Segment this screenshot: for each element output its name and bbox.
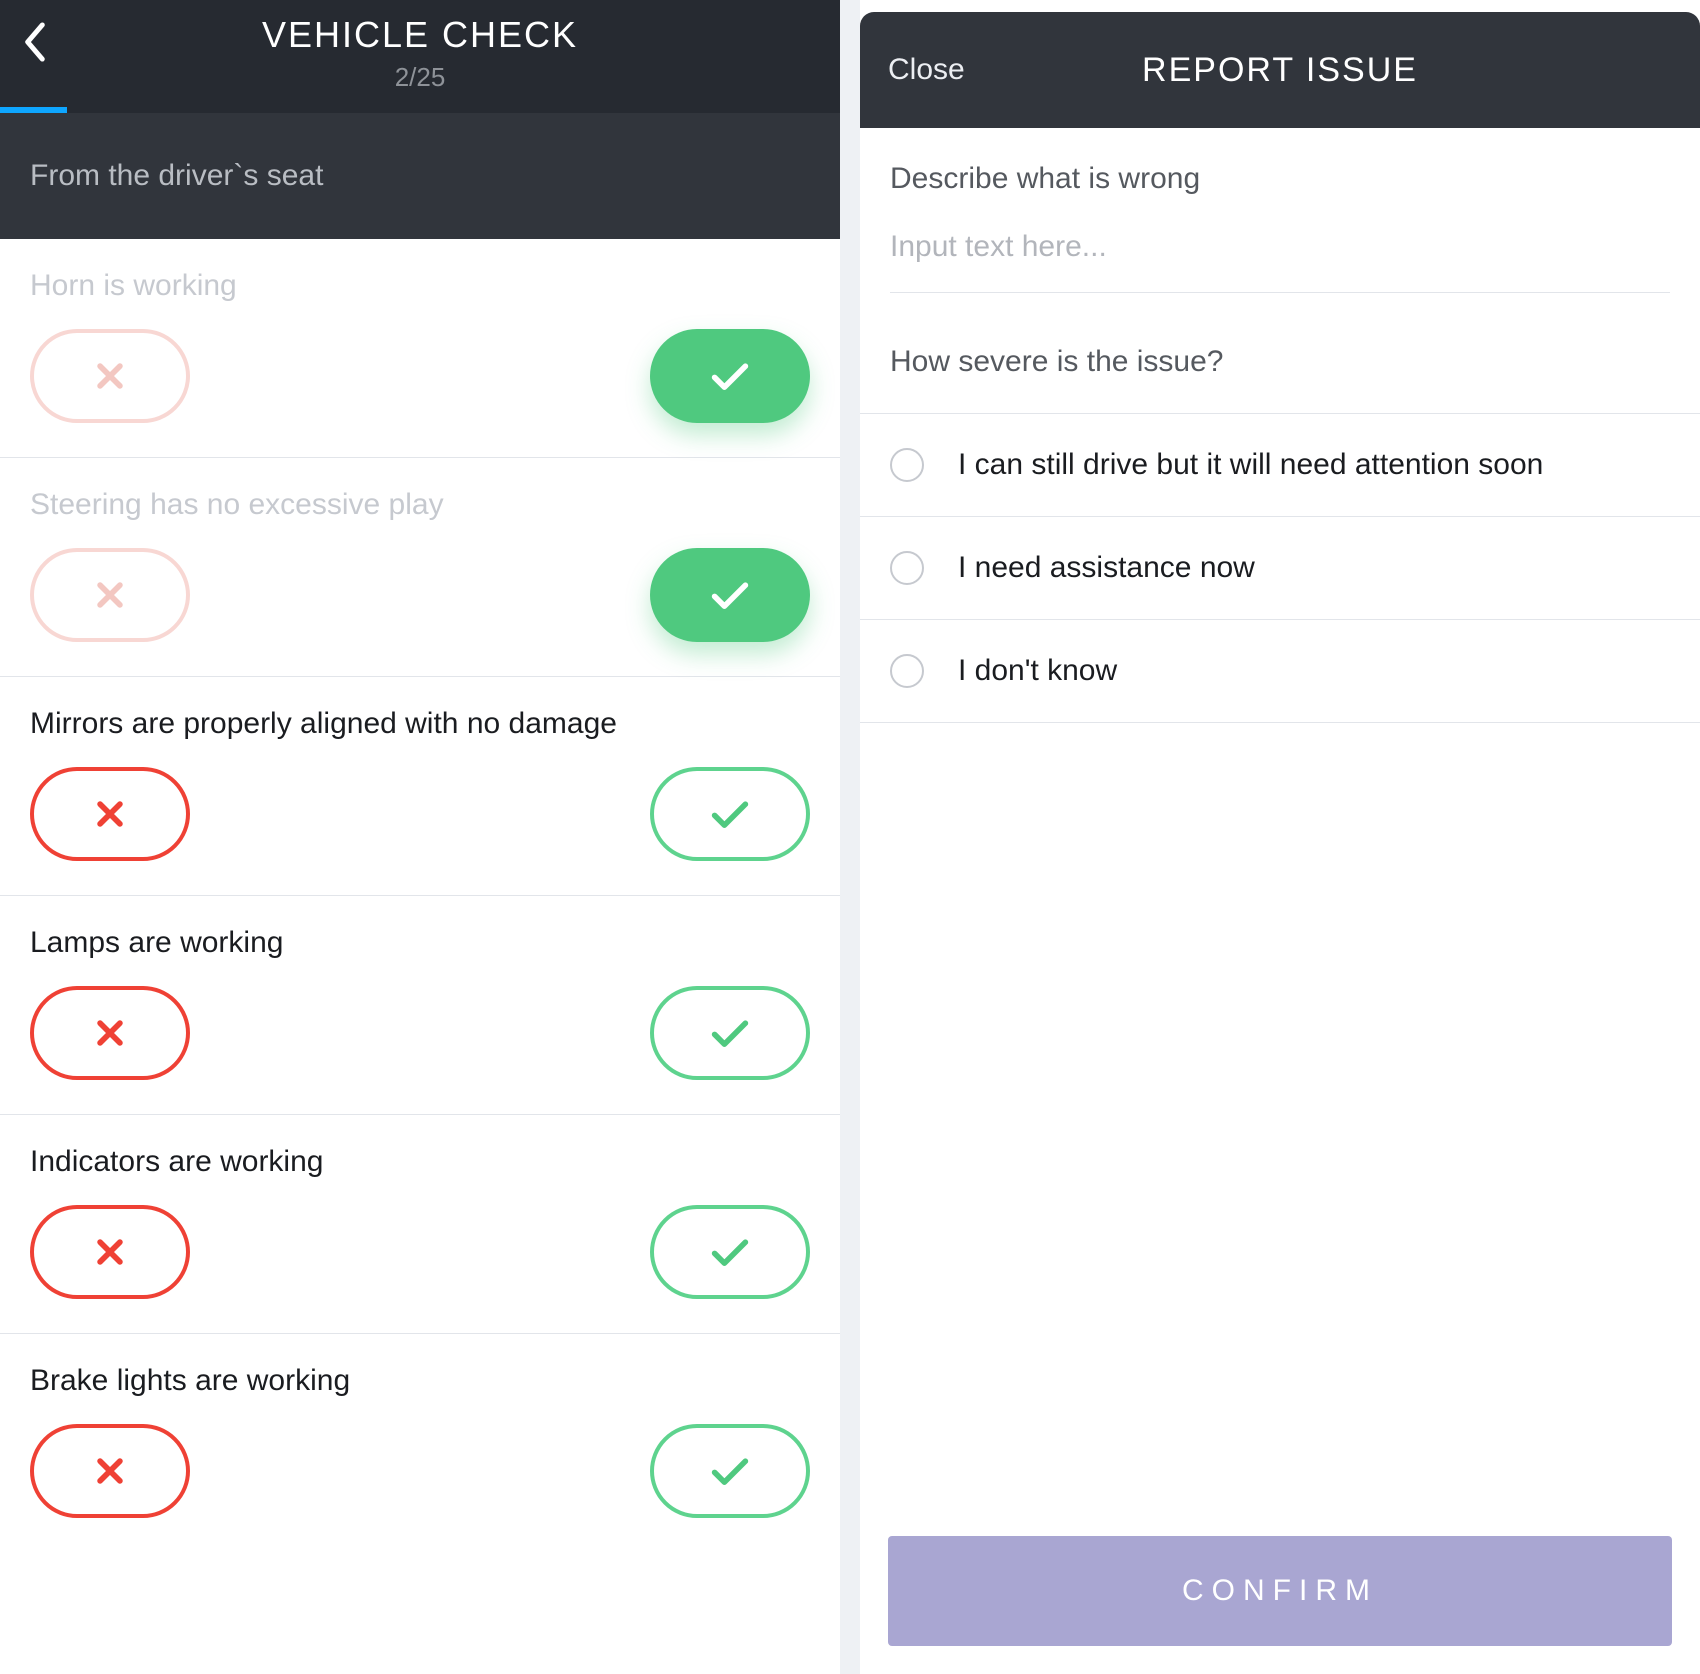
fail-button[interactable] [30,548,190,642]
x-icon [93,359,127,393]
severity-label: How severe is the issue? [890,345,1670,379]
modal-title: REPORT ISSUE [1142,51,1418,90]
checklist-item: Steering has no excessive play [0,458,840,677]
confirm-button[interactable]: CONFIRM [888,1536,1672,1646]
pass-button[interactable] [650,986,810,1080]
fail-button[interactable] [30,329,190,423]
question-text: Indicators are working [30,1145,810,1179]
x-icon [93,1235,127,1269]
pass-button[interactable] [650,548,810,642]
checklist-item: Indicators are working [0,1115,840,1334]
question-text: Steering has no excessive play [30,488,810,522]
radio-icon [890,654,924,688]
back-button[interactable] [18,20,52,69]
progress-label: 2/25 [0,62,840,93]
x-icon [93,1454,127,1488]
section-heading: From the driver`s seat [0,113,840,239]
check-icon [709,797,751,831]
question-text: Lamps are working [30,926,810,960]
pass-button[interactable] [650,329,810,423]
report-issue-header: Close REPORT ISSUE [860,12,1700,128]
check-icon [709,1235,751,1269]
severity-option[interactable]: I don't know [860,620,1700,723]
report-issue-screen: Close REPORT ISSUE Describe what is wron… [860,0,1700,1674]
fail-button[interactable] [30,1424,190,1518]
check-icon [709,1016,751,1050]
radio-icon [890,551,924,585]
issue-description-input[interactable] [890,230,1670,264]
close-button[interactable]: Close [888,53,965,87]
progress-bar [0,107,840,113]
question-text: Brake lights are working [30,1364,810,1398]
page-title: VEHICLE CHECK [0,14,840,56]
checklist-item: Brake lights are working [0,1334,840,1552]
x-icon [93,578,127,612]
fail-button[interactable] [30,986,190,1080]
pass-button[interactable] [650,1205,810,1299]
x-icon [93,797,127,831]
pass-button[interactable] [650,1424,810,1518]
severity-option[interactable]: I can still drive but it will need atten… [860,414,1700,517]
x-icon [93,1016,127,1050]
question-text: Mirrors are properly aligned with no dam… [30,707,810,741]
severity-option-label: I need assistance now [958,551,1255,585]
severity-option-label: I don't know [958,654,1117,688]
checklist: Horn is working Steering has no excessiv… [0,239,840,1552]
fail-button[interactable] [30,767,190,861]
vehicle-check-screen: VEHICLE CHECK 2/25 From the driver`s sea… [0,0,840,1674]
question-text: Horn is working [30,269,810,303]
severity-option[interactable]: I need assistance now [860,517,1700,620]
fail-button[interactable] [30,1205,190,1299]
check-icon [709,1454,751,1488]
describe-label: Describe what is wrong [890,162,1670,196]
chevron-left-icon [18,20,52,64]
severity-options: I can still drive but it will need atten… [860,413,1700,723]
check-icon [709,359,751,393]
check-icon [709,578,751,612]
vehicle-check-header: VEHICLE CHECK 2/25 [0,0,840,113]
radio-icon [890,448,924,482]
checklist-item: Horn is working [0,239,840,458]
checklist-item: Lamps are working [0,896,840,1115]
pass-button[interactable] [650,767,810,861]
severity-option-label: I can still drive but it will need atten… [958,448,1543,482]
checklist-item: Mirrors are properly aligned with no dam… [0,677,840,896]
